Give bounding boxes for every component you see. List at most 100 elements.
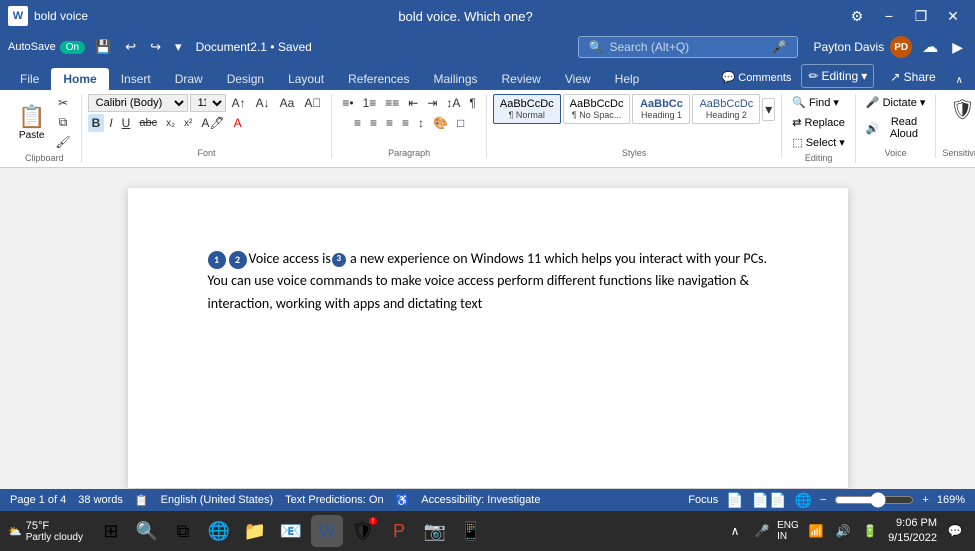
taskbar-explorer[interactable]: 📁 bbox=[239, 515, 271, 547]
tab-design[interactable]: Design bbox=[215, 68, 276, 90]
clear-format-button[interactable]: A⃠ bbox=[300, 94, 325, 112]
bullets-button[interactable]: ≡• bbox=[338, 94, 357, 112]
paste-button[interactable]: 📋 Paste bbox=[14, 102, 49, 143]
style-normal[interactable]: AaBbCcDc ¶ Normal bbox=[493, 94, 561, 124]
view-web[interactable]: 🌐 bbox=[795, 492, 812, 509]
shading-button[interactable]: 🎨 bbox=[429, 114, 452, 132]
increase-indent-button[interactable]: ⇥ bbox=[423, 94, 441, 112]
taskbar-powerpoint[interactable]: P bbox=[383, 515, 415, 547]
language-icon[interactable]: ENG IN bbox=[777, 519, 801, 543]
font-case-button[interactable]: Aa bbox=[276, 94, 299, 112]
comments-button[interactable]: 💬 Comments bbox=[716, 67, 798, 88]
find-button[interactable]: 🔍 Find ▾ bbox=[788, 94, 849, 111]
save-button[interactable]: 💾 bbox=[91, 37, 115, 57]
sort-button[interactable]: ↕A bbox=[442, 94, 464, 112]
editing-dropdown[interactable]: ✏ Editing ▾ bbox=[801, 64, 874, 88]
align-right-button[interactable]: ≡ bbox=[382, 114, 397, 132]
document-page[interactable]: 12Voice access is3 a new experience on W… bbox=[128, 188, 848, 488]
taskbar-mail[interactable]: 📧 bbox=[275, 515, 307, 547]
present-button[interactable]: ▶ bbox=[948, 37, 967, 58]
document-text[interactable]: 12Voice access is3 a new experience on W… bbox=[208, 248, 768, 315]
share-button[interactable]: ↗ Share bbox=[878, 66, 947, 88]
sensitivity-button[interactable]: 🛡 bbox=[945, 94, 975, 125]
taskbar-word[interactable]: W bbox=[311, 515, 343, 547]
notification-center[interactable]: 💬 bbox=[943, 519, 967, 543]
bold-button[interactable]: B bbox=[88, 114, 105, 132]
styles-scroll-down[interactable]: ▾ bbox=[762, 98, 775, 121]
focus-button[interactable]: Focus bbox=[688, 494, 718, 506]
font-family-select[interactable]: Calibri (Body) bbox=[88, 94, 188, 112]
read-aloud-button[interactable]: 🔊 Read Aloud bbox=[862, 114, 929, 142]
customize-button[interactable]: ▾ bbox=[171, 37, 186, 57]
decrease-indent-button[interactable]: ⇤ bbox=[404, 94, 422, 112]
chevron-up-icon[interactable]: ∧ bbox=[723, 519, 747, 543]
tab-view[interactable]: View bbox=[553, 68, 603, 90]
tab-file[interactable]: File bbox=[8, 68, 51, 90]
tab-home[interactable]: Home bbox=[51, 68, 108, 90]
user-avatar[interactable]: PD bbox=[890, 36, 912, 58]
style-heading1[interactable]: AaBbCc Heading 1 bbox=[632, 94, 690, 124]
ribbon-collapse-button[interactable]: ∧ bbox=[952, 73, 967, 88]
undo-button[interactable]: ↩ bbox=[121, 37, 140, 57]
cloud-icon[interactable]: ☁ bbox=[918, 35, 942, 59]
time-area[interactable]: 9:06 PM 9/15/2022 bbox=[888, 516, 937, 547]
tab-help[interactable]: Help bbox=[603, 68, 652, 90]
close-button[interactable]: ✕ bbox=[939, 2, 967, 30]
search-input[interactable] bbox=[609, 40, 765, 54]
justify-button[interactable]: ≡ bbox=[398, 114, 413, 132]
style-heading2[interactable]: AaBbCcDc Heading 2 bbox=[692, 94, 760, 124]
align-left-button[interactable]: ≡ bbox=[350, 114, 365, 132]
taskbar-camera[interactable]: 📷 bbox=[419, 515, 451, 547]
tab-review[interactable]: Review bbox=[490, 68, 553, 90]
weather-desc: Partly cloudy bbox=[26, 532, 83, 543]
restore-button[interactable]: ❐ bbox=[907, 2, 935, 30]
underline-button[interactable]: U bbox=[118, 114, 135, 132]
multilevel-button[interactable]: ≡≡ bbox=[381, 94, 403, 112]
decrease-font-button[interactable]: A↓ bbox=[252, 94, 274, 112]
notification-badge: ! bbox=[369, 517, 377, 525]
taskbar-security[interactable]: 🛡 ! bbox=[347, 515, 379, 547]
line-spacing-button[interactable]: ↕ bbox=[414, 114, 428, 132]
replace-button[interactable]: ⇄ Replace bbox=[788, 114, 849, 131]
zoom-slider[interactable] bbox=[834, 492, 914, 508]
redo-button[interactable]: ↪ bbox=[146, 37, 165, 57]
tab-mailings[interactable]: Mailings bbox=[421, 68, 489, 90]
minimize-button[interactable]: − bbox=[875, 2, 903, 30]
view-double-page[interactable]: 📄📄 bbox=[752, 492, 787, 509]
borders-button[interactable]: □ bbox=[453, 114, 468, 132]
copy-button[interactable]: ⧉ bbox=[51, 113, 74, 132]
tab-layout[interactable]: Layout bbox=[276, 68, 336, 90]
increase-font-button[interactable]: A↑ bbox=[228, 94, 250, 112]
mic-taskbar-icon[interactable]: 🎤 bbox=[750, 519, 774, 543]
align-center-button[interactable]: ≡ bbox=[366, 114, 381, 132]
style-nospacing[interactable]: AaBbCcDc ¶ No Spac... bbox=[563, 94, 631, 124]
autosave-toggle[interactable]: On bbox=[60, 41, 85, 54]
search-box[interactable]: 🔍 🎤 bbox=[578, 36, 798, 58]
numbering-button[interactable]: 1≡ bbox=[359, 94, 381, 112]
subscript-button[interactable]: x₂ bbox=[162, 116, 179, 131]
tab-draw[interactable]: Draw bbox=[163, 68, 215, 90]
volume-icon[interactable]: 🔊 bbox=[831, 519, 855, 543]
view-single-page[interactable]: 📄 bbox=[726, 492, 743, 509]
select-button[interactable]: ⬚ Select ▾ bbox=[788, 134, 849, 151]
format-painter-button[interactable]: 🖌 bbox=[51, 133, 74, 151]
tab-insert[interactable]: Insert bbox=[109, 68, 163, 90]
settings-button[interactable]: ⚙ bbox=[843, 2, 871, 30]
show-formatting-button[interactable]: ¶ bbox=[465, 94, 479, 112]
cut-button[interactable]: ✂ bbox=[51, 94, 74, 112]
text-highlight-button[interactable]: A🖊 bbox=[197, 114, 228, 132]
taskbar-start[interactable]: ⊞ bbox=[95, 515, 127, 547]
taskbar-taskview[interactable]: ⧉ bbox=[167, 515, 199, 547]
dictate-button[interactable]: 🎤 Dictate ▾ bbox=[862, 94, 929, 111]
font-size-select[interactable]: 11 bbox=[190, 94, 226, 112]
taskbar-edge[interactable]: 🌐 bbox=[203, 515, 235, 547]
superscript-button[interactable]: x² bbox=[180, 116, 196, 131]
taskbar-search[interactable]: 🔍 bbox=[131, 515, 163, 547]
italic-button[interactable]: I bbox=[105, 114, 116, 132]
font-color-button[interactable]: A bbox=[230, 114, 246, 132]
taskbar-phone[interactable]: 📱 bbox=[455, 515, 487, 547]
wifi-icon[interactable]: 📶 bbox=[804, 519, 828, 543]
tab-references[interactable]: References bbox=[336, 68, 421, 90]
battery-icon[interactable]: 🔋 bbox=[858, 519, 882, 543]
strikethrough-button[interactable]: abc bbox=[135, 115, 161, 131]
